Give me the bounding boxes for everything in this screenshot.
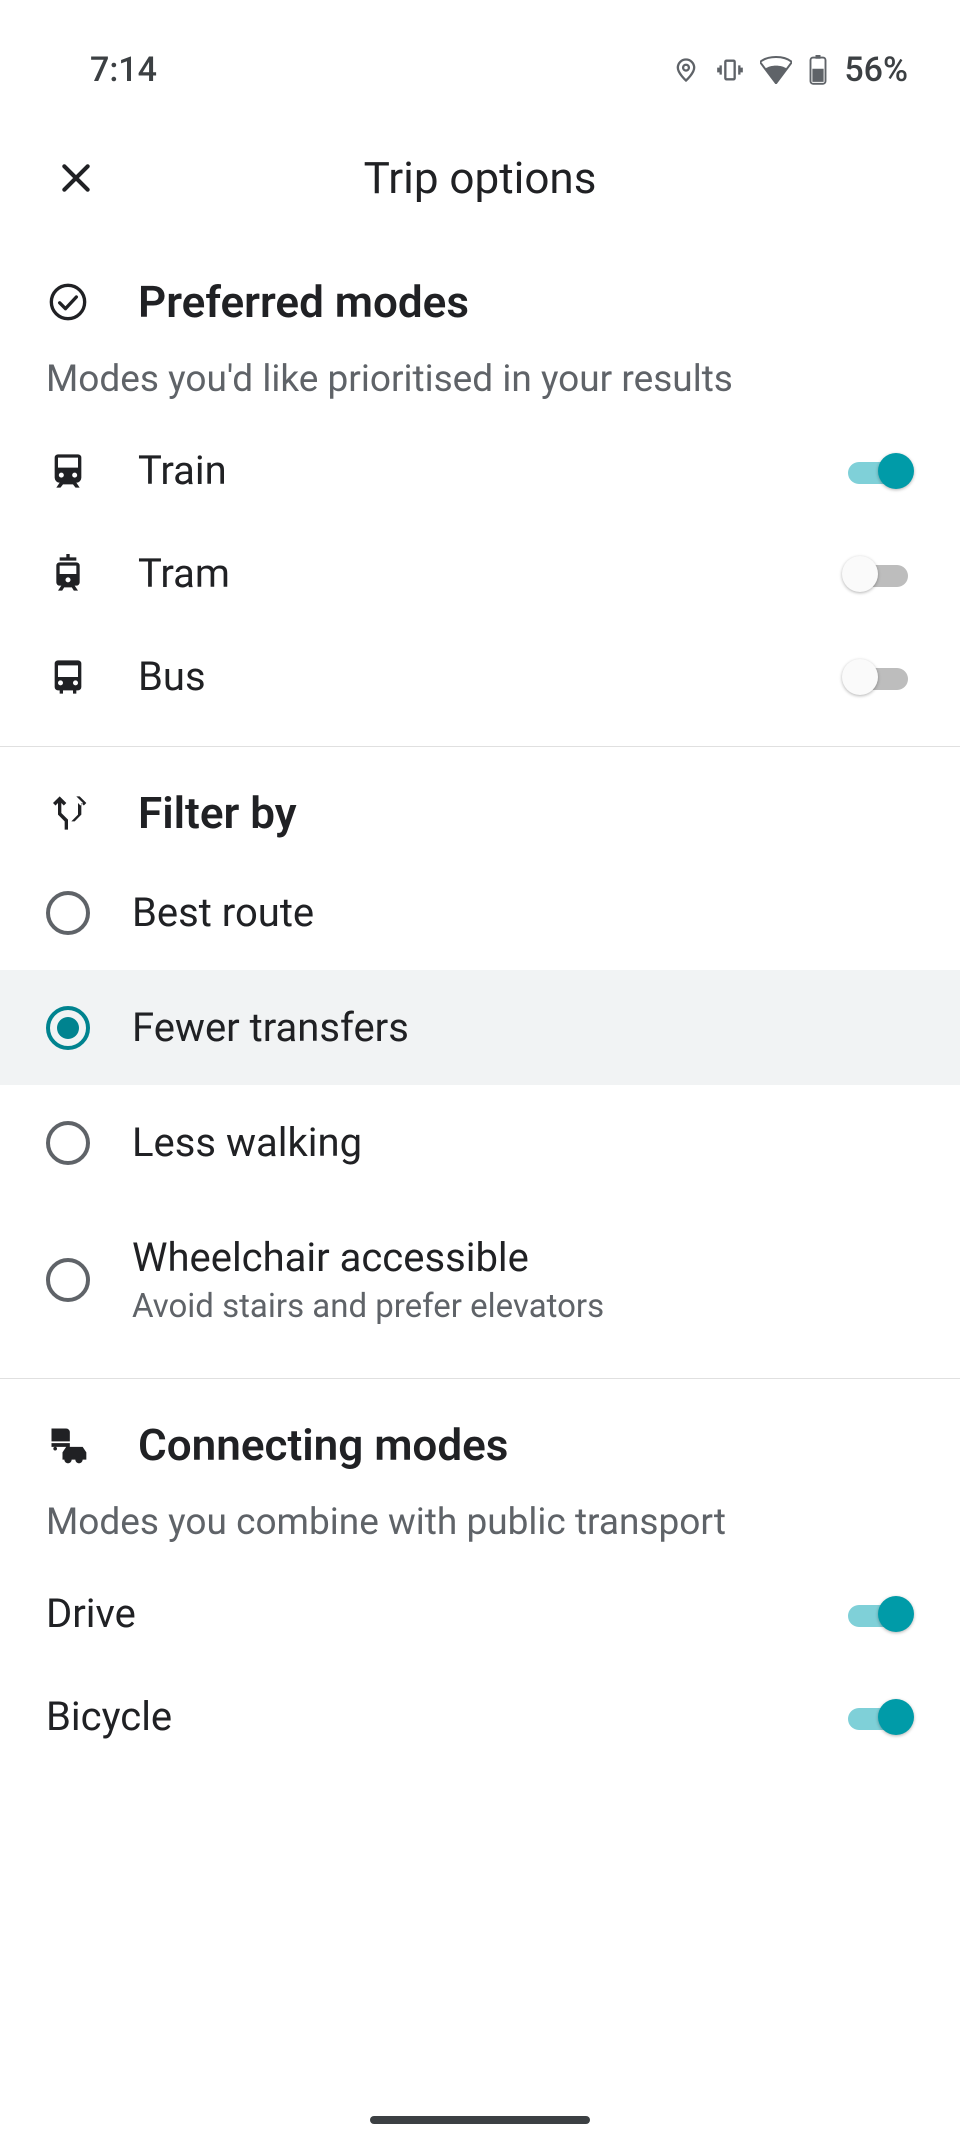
- connecting-label: Bicycle: [46, 1693, 842, 1740]
- filter-label: Best route: [132, 889, 314, 936]
- radio-icon: [46, 1121, 90, 1165]
- toggle-drive[interactable]: [842, 1596, 914, 1632]
- header: Trip options: [0, 100, 960, 236]
- filter-option-wheelchair[interactable]: Wheelchair accessible Avoid stairs and p…: [0, 1200, 960, 1360]
- app-frame: 7:14 56% Trip options Preferre: [0, 0, 960, 2142]
- preferred-label: Train: [138, 447, 794, 494]
- statusbar: 7:14 56%: [0, 0, 960, 100]
- toggle-bus[interactable]: [842, 659, 914, 695]
- page-title: Trip options: [48, 152, 912, 204]
- filter-label: Wheelchair accessible: [132, 1234, 604, 1281]
- preferred-mode-bus[interactable]: Bus: [0, 625, 960, 728]
- transit-car-icon: [46, 1423, 90, 1467]
- preferred-mode-train[interactable]: Train: [0, 419, 960, 522]
- filter-option-less-walking[interactable]: Less walking: [0, 1085, 960, 1200]
- check-circle-icon: [46, 280, 90, 324]
- location-icon: [672, 56, 700, 84]
- preferred-mode-tram[interactable]: Tram: [0, 522, 960, 625]
- toggle-train[interactable]: [842, 453, 914, 489]
- section-filter-header: Filter by: [0, 747, 960, 845]
- filter-option-best-route[interactable]: Best route: [0, 855, 960, 970]
- connecting-mode-drive[interactable]: Drive: [0, 1562, 960, 1665]
- battery-pct: 56%: [844, 50, 908, 90]
- filter-title: Filter by: [138, 787, 297, 839]
- train-icon: [46, 449, 90, 493]
- connecting-label: Drive: [46, 1590, 842, 1637]
- battery-icon: [808, 55, 828, 85]
- connecting-title: Connecting modes: [138, 1419, 508, 1471]
- status-time: 7:14: [90, 50, 157, 90]
- bus-icon: [46, 655, 90, 699]
- preferred-title: Preferred modes: [138, 276, 469, 328]
- toggle-tram[interactable]: [842, 556, 914, 592]
- filter-label: Less walking: [132, 1119, 362, 1166]
- section-preferred-header: Preferred modes: [0, 236, 960, 334]
- routes-icon: [46, 791, 90, 835]
- wifi-icon: [760, 56, 792, 84]
- tram-icon: [46, 552, 90, 596]
- radio-icon: [46, 1006, 90, 1050]
- status-icons: 56%: [672, 50, 908, 90]
- connecting-subtitle: Modes you combine with public transport: [0, 1477, 960, 1562]
- vibrate-icon: [716, 56, 744, 84]
- filter-sublabel: Avoid stairs and prefer elevators: [132, 1287, 604, 1326]
- section-connecting-header: Connecting modes: [0, 1379, 960, 1477]
- filter-label: Fewer transfers: [132, 1004, 409, 1051]
- preferred-label: Bus: [138, 653, 794, 700]
- preferred-subtitle: Modes you'd like prioritised in your res…: [0, 334, 960, 419]
- filter-option-fewer-transfers[interactable]: Fewer transfers: [0, 970, 960, 1085]
- toggle-bicycle[interactable]: [842, 1699, 914, 1735]
- radio-icon: [46, 1258, 90, 1302]
- connecting-mode-bicycle[interactable]: Bicycle: [0, 1665, 960, 1768]
- radio-icon: [46, 891, 90, 935]
- preferred-label: Tram: [138, 550, 794, 597]
- home-indicator[interactable]: [370, 2116, 590, 2124]
